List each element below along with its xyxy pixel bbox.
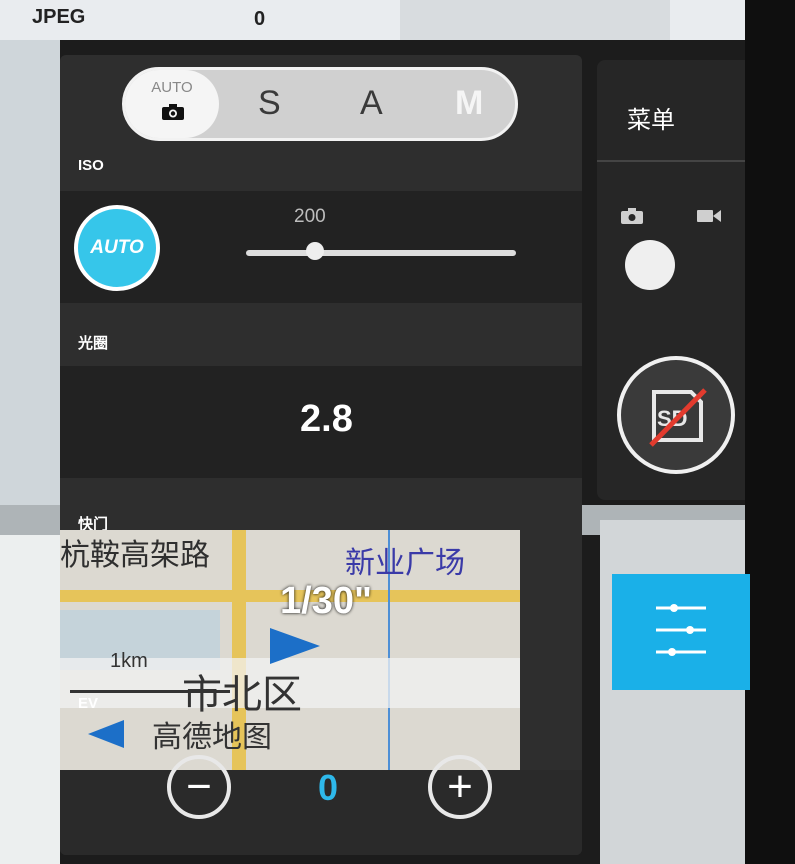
ev-decrease-button[interactable]: −	[167, 755, 231, 819]
sliders-icon	[656, 604, 706, 656]
format-count: 0	[254, 8, 266, 30]
map-plaza-name: 新业广场	[345, 547, 465, 580]
navigation-arrow-icon	[270, 628, 320, 664]
aperture-value: 2.8	[300, 398, 353, 440]
map-overlay: 杭鞍高架路 新业广场 1km 市北区 高德地图	[60, 530, 520, 770]
ev-label: EV	[78, 695, 99, 712]
map-scale-label: 1km	[110, 650, 148, 672]
iso-slider-thumb[interactable]	[306, 242, 324, 260]
background-header-right	[400, 0, 670, 40]
aperture-label: 光圈	[78, 335, 109, 352]
settings-sliders-button[interactable]	[612, 574, 750, 690]
mode-m-button[interactable]: M	[455, 84, 483, 123]
map-road-name: 杭鞍高架路	[60, 539, 210, 572]
format-label: JPEG	[32, 6, 86, 28]
iso-label: ISO	[78, 157, 104, 174]
navigation-marker-icon	[88, 720, 124, 748]
mode-auto-button[interactable]: AUTO	[125, 70, 219, 138]
background-header: JPEG 0	[0, 0, 795, 40]
sd-card-button[interactable]: SD	[617, 356, 735, 474]
background-bottom-right	[600, 520, 750, 864]
camera-icon	[621, 208, 643, 224]
camera-icon	[162, 104, 184, 120]
photo-video-toggle[interactable]	[625, 240, 675, 290]
mode-auto-label: AUTO	[151, 79, 193, 96]
device-bezel	[745, 0, 795, 864]
iso-auto-button[interactable]: AUTO	[74, 205, 160, 291]
camera-settings-panel: AUTO S A M ISO AUTO 200 光圈 2.8 快门 杭鞍高架路 …	[60, 55, 582, 855]
iso-slider-track[interactable]	[246, 250, 516, 256]
background-bottom-left	[0, 535, 60, 864]
ev-increase-button[interactable]: +	[428, 755, 492, 819]
iso-value: 200	[294, 206, 326, 227]
video-icon	[697, 210, 721, 222]
menu-title[interactable]: 菜单	[627, 100, 675, 135]
map-brand-logo: 高德地图	[152, 721, 272, 754]
mode-a-button[interactable]: A	[360, 84, 383, 123]
menu-divider	[597, 160, 745, 162]
ev-value: 0	[318, 767, 339, 808]
sd-card-missing-icon: SD	[649, 388, 707, 447]
shutter-value[interactable]: 1/30"	[280, 580, 372, 623]
mode-s-button[interactable]: S	[258, 84, 281, 123]
background-left-area	[0, 40, 60, 510]
exposure-mode-selector[interactable]: AUTO S A M	[122, 67, 518, 141]
